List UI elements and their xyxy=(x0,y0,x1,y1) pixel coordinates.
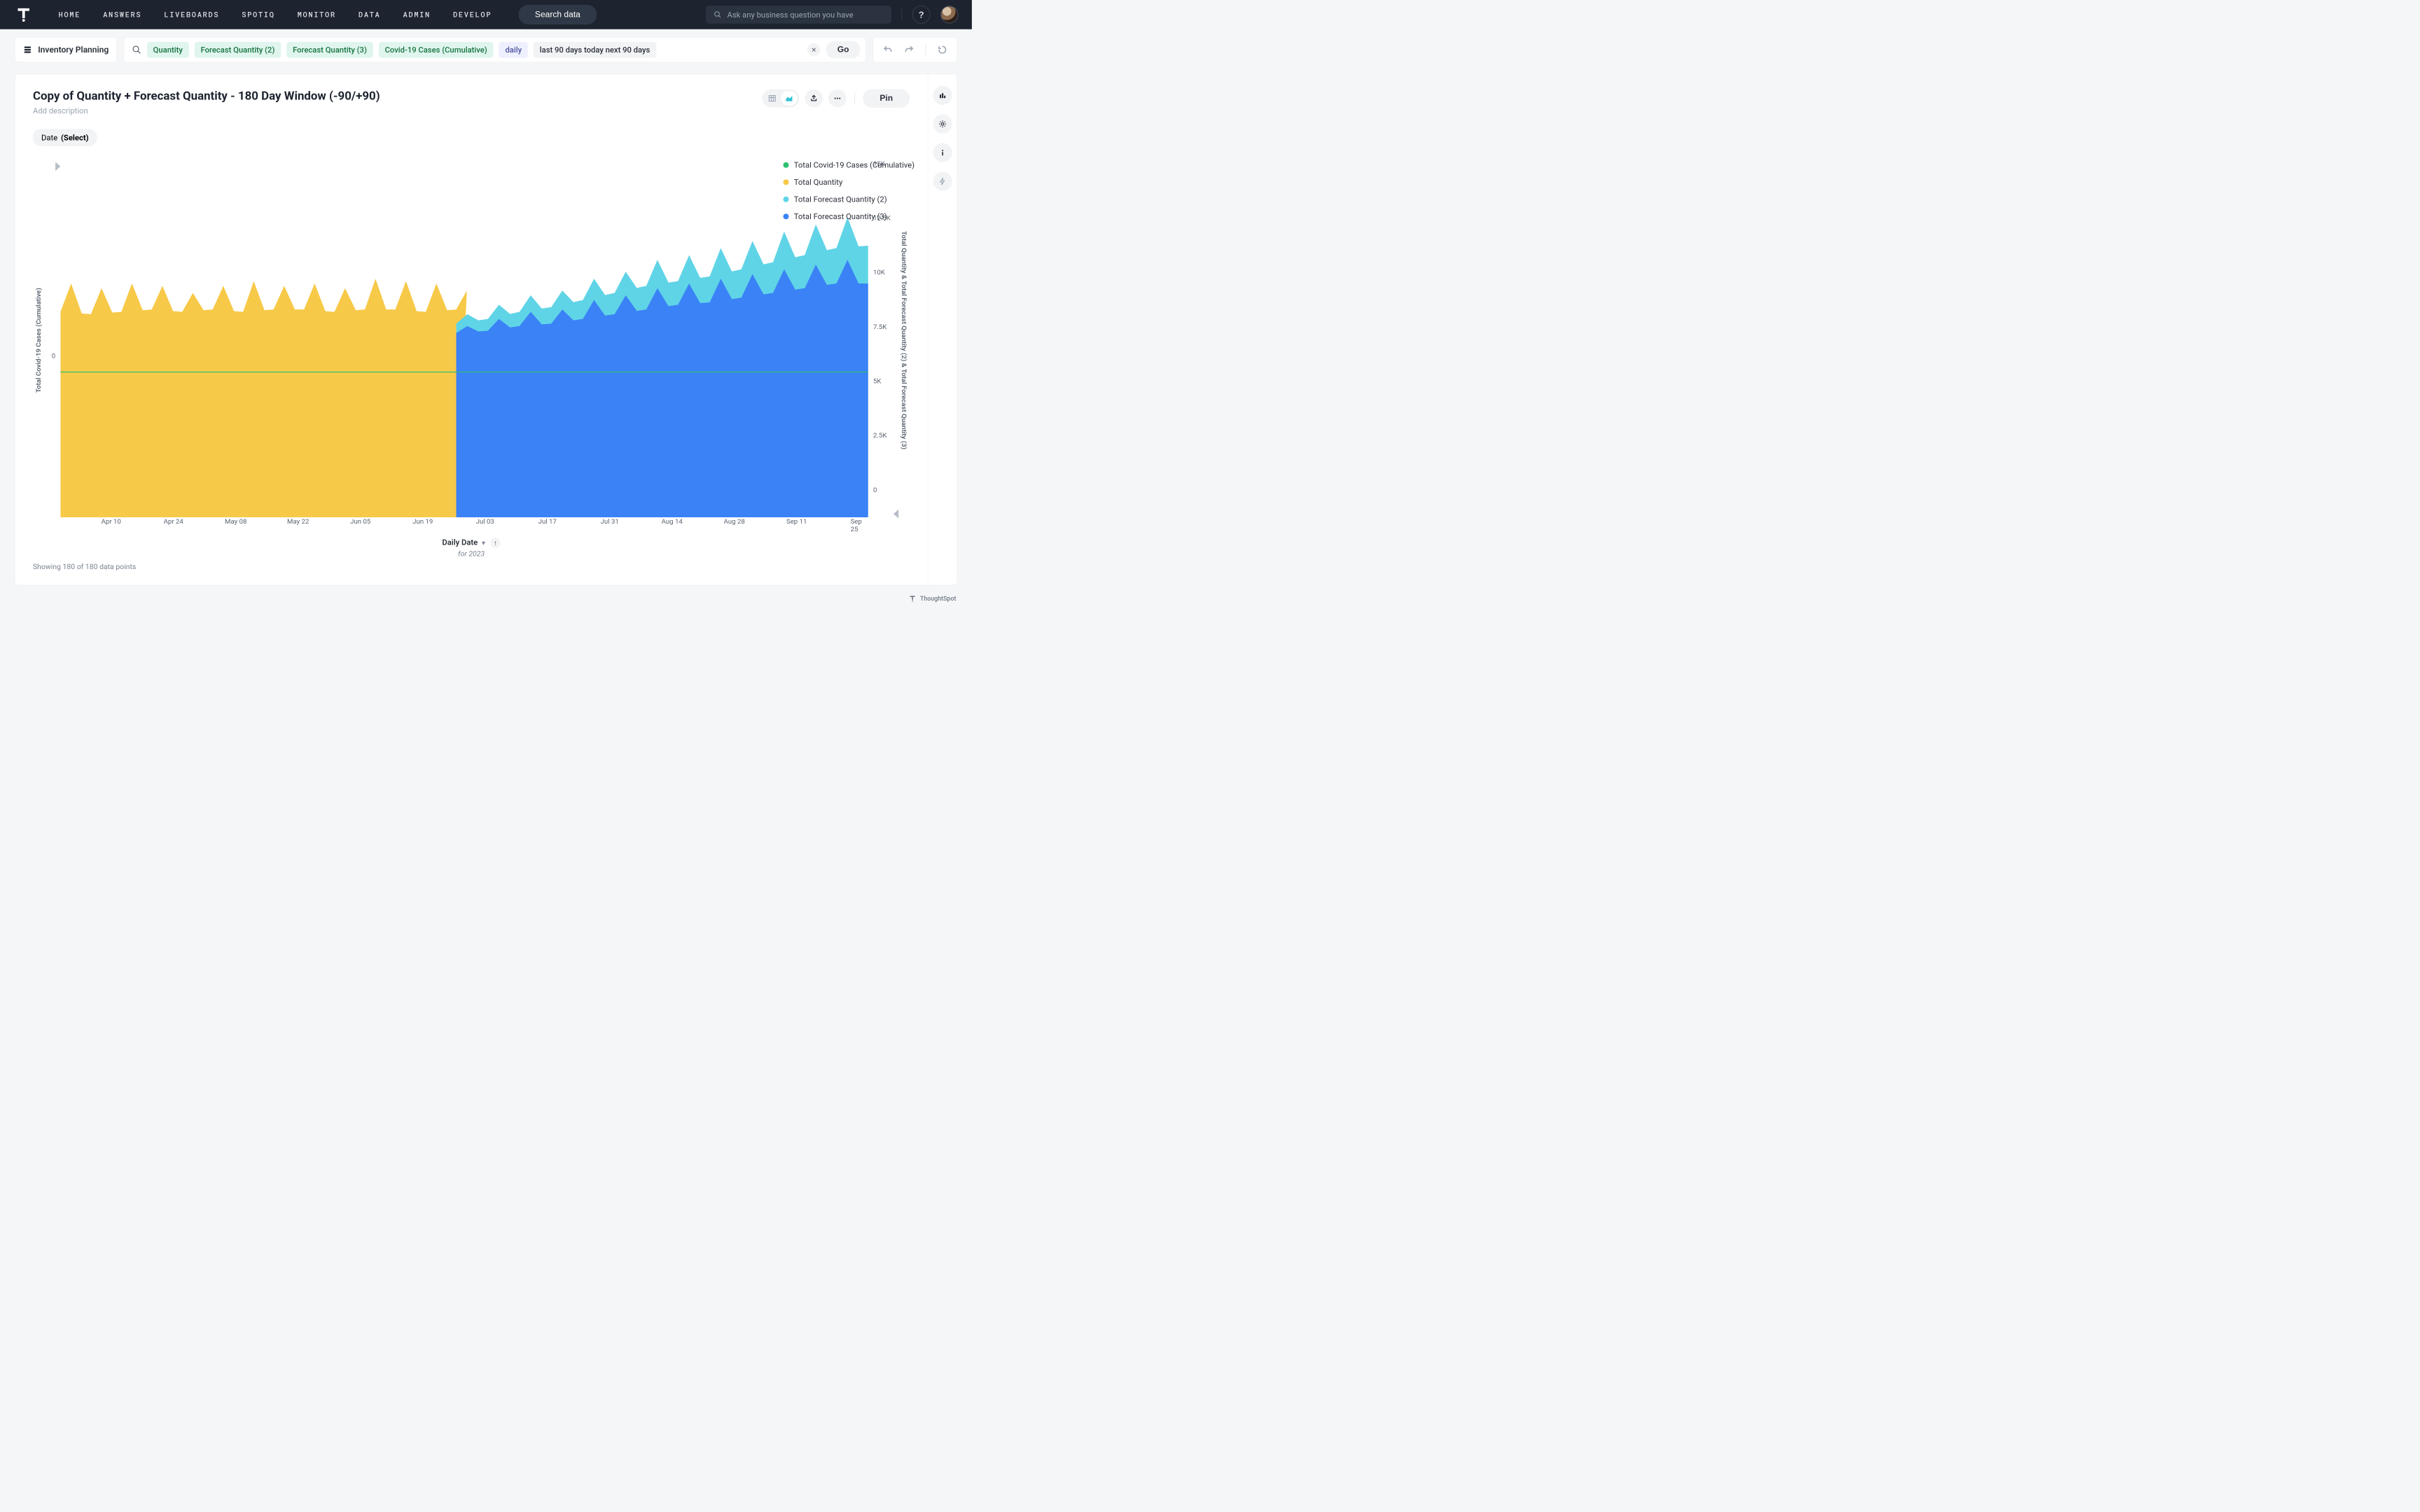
more-icon xyxy=(833,94,841,102)
x-axis-subtitle: for 2023 xyxy=(33,550,910,558)
ask-input[interactable]: Ask any business question you have xyxy=(706,6,891,24)
query-search-icon xyxy=(132,45,141,55)
more-button[interactable] xyxy=(828,90,847,108)
date-filter-chip[interactable]: Date (Select) xyxy=(33,129,97,146)
nav-spotiq[interactable]: SPOTIQ xyxy=(242,10,274,20)
chart: Total Covid-19 Cases (Cumulative) 0 15K1… xyxy=(33,163,910,517)
legend-label: Total Quantity xyxy=(794,177,843,186)
legend-swatch xyxy=(783,197,788,202)
info-icon xyxy=(938,148,947,157)
search-icon xyxy=(714,10,721,18)
gear-icon xyxy=(938,120,947,128)
legend-label: Total Covid-19 Cases (Cumulative) xyxy=(794,160,915,169)
nav-data[interactable]: DATA xyxy=(359,10,380,20)
query-bar[interactable]: Quantity Forecast Quantity (2) Forecast … xyxy=(124,37,866,62)
nav-answers[interactable]: ANSWERS xyxy=(103,10,141,20)
legend-swatch xyxy=(783,162,788,168)
search-data-button[interactable]: Search data xyxy=(519,5,597,24)
pill-date-range[interactable]: last 90 days today next 90 days xyxy=(534,42,656,58)
area-chart-icon xyxy=(785,94,793,103)
history-controls xyxy=(873,37,957,62)
x-axis-ticks: Apr 10Apr 24May 08May 22Jun 05Jun 19Jul … xyxy=(67,517,876,530)
redo-button[interactable] xyxy=(904,45,914,55)
go-button[interactable]: Go xyxy=(826,41,861,59)
nav-home[interactable]: HOME xyxy=(59,10,81,20)
pill-daily[interactable]: daily xyxy=(499,42,528,58)
pill-forecast-3[interactable]: Forecast Quantity (3) xyxy=(286,42,373,58)
query-row: Inventory Planning Quantity Forecast Qua… xyxy=(0,29,972,62)
reset-button[interactable] xyxy=(938,45,947,55)
pin-button[interactable]: Pin xyxy=(863,89,910,108)
view-mode-toggle xyxy=(762,90,799,108)
view-chart-button[interactable] xyxy=(781,91,798,106)
action-separator xyxy=(854,93,855,104)
legend-item[interactable]: Total Quantity xyxy=(783,177,915,186)
app-header: HOME ANSWERS LIVEBOARDS SPOTIQ MONITOR D… xyxy=(0,0,972,29)
close-icon xyxy=(811,47,816,52)
chart-legend: Total Covid-19 Cases (Cumulative) Total … xyxy=(783,160,915,221)
x-axis-title[interactable]: Daily Date ▾ ↑ xyxy=(33,538,910,548)
edit-chart-button[interactable] xyxy=(933,85,952,104)
left-axis-label: Total Covid-19 Cases (Cumulative) xyxy=(33,163,44,517)
spotiq-button[interactable] xyxy=(933,172,952,190)
redo-icon xyxy=(904,45,914,55)
ask-placeholder: Ask any business question you have xyxy=(728,10,854,19)
top-nav: HOME ANSWERS LIVEBOARDS SPOTIQ MONITOR D… xyxy=(59,10,492,20)
data-source-name: Inventory Planning xyxy=(38,45,109,55)
pill-covid[interactable]: Covid-19 Cases (Cumulative) xyxy=(379,42,494,58)
left-axis-handle[interactable] xyxy=(55,162,60,171)
brand-footer: ThoughtSpot xyxy=(909,595,957,602)
data-source-chip[interactable]: Inventory Planning xyxy=(15,37,117,62)
table-icon xyxy=(768,94,777,103)
user-avatar[interactable] xyxy=(940,6,959,24)
answer-title[interactable]: Copy of Quantity + Forecast Quantity - 1… xyxy=(33,89,380,103)
data-source-icon xyxy=(23,45,33,55)
info-button[interactable] xyxy=(933,143,952,162)
share-icon xyxy=(810,94,818,102)
bar-chart-icon xyxy=(938,91,947,99)
answer-card: Copy of Quantity + Forecast Quantity - 1… xyxy=(15,74,957,585)
filter-label: Date xyxy=(41,133,57,142)
brand-name: ThoughtSpot xyxy=(920,595,957,602)
chevron-down-icon: ▾ xyxy=(482,540,485,547)
x-axis-title-text: Daily Date xyxy=(442,538,478,547)
undo-button[interactable] xyxy=(883,45,893,55)
card-right-rail xyxy=(928,74,957,585)
legend-label: Total Forecast Quantity (3) xyxy=(794,211,887,220)
legend-item[interactable]: Total Covid-19 Cases (Cumulative) xyxy=(783,160,915,169)
sort-asc-button[interactable]: ↑ xyxy=(490,538,500,547)
legend-label: Total Forecast Quantity (2) xyxy=(794,195,887,204)
nav-develop[interactable]: DEVELOP xyxy=(453,10,492,20)
reset-icon xyxy=(938,45,947,55)
app-logo[interactable] xyxy=(13,4,34,24)
help-button[interactable]: ? xyxy=(912,6,931,24)
undo-icon xyxy=(883,45,893,55)
left-axis: 0 xyxy=(44,163,55,517)
right-axis-handle[interactable] xyxy=(893,510,898,519)
pill-forecast-2[interactable]: Forecast Quantity (2) xyxy=(195,42,281,58)
bolt-icon xyxy=(938,177,947,186)
header-separator xyxy=(902,9,903,20)
nav-admin[interactable]: ADMIN xyxy=(403,10,430,20)
view-table-button[interactable] xyxy=(764,91,781,106)
card-header: Copy of Quantity + Forecast Quantity - 1… xyxy=(33,89,910,115)
data-point-count: Showing 180 of 180 data points xyxy=(33,563,136,571)
nav-liveboards[interactable]: LIVEBOARDS xyxy=(164,10,219,20)
card-actions: Pin xyxy=(762,89,910,108)
pill-quantity[interactable]: Quantity xyxy=(147,42,189,58)
clear-query-button[interactable] xyxy=(807,43,820,56)
legend-item[interactable]: Total Forecast Quantity (2) xyxy=(783,195,915,204)
legend-item[interactable]: Total Forecast Quantity (3) xyxy=(783,211,915,220)
plot-area[interactable] xyxy=(60,163,868,517)
nav-monitor[interactable]: MONITOR xyxy=(298,10,336,20)
legend-swatch xyxy=(783,214,788,219)
settings-button[interactable] xyxy=(933,114,952,133)
filter-value: (Select) xyxy=(61,133,89,142)
add-description[interactable]: Add description xyxy=(33,106,380,115)
legend-swatch xyxy=(783,179,788,185)
share-button[interactable] xyxy=(805,90,823,108)
